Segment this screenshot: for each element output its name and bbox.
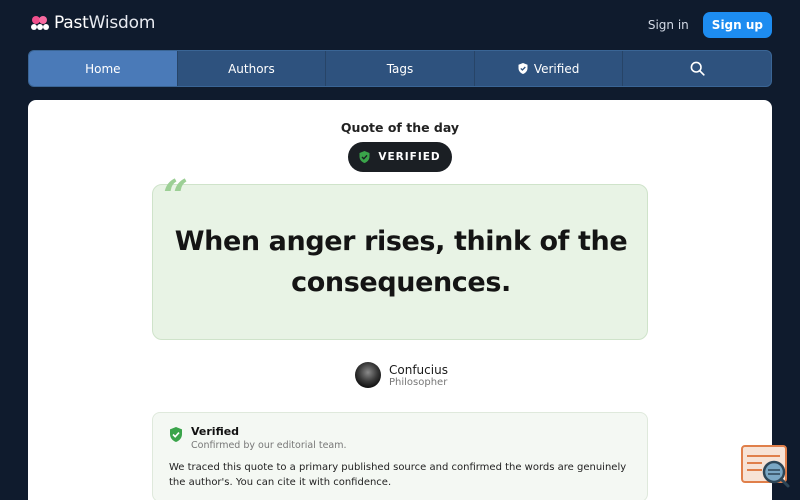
brand-name-part2: Wisdom: [88, 13, 156, 33]
auth-links: Sign in Sign up: [648, 12, 772, 38]
quote-text[interactable]: When anger rises, think of the consequen…: [173, 221, 629, 303]
main-nav: Home Authors Tags Verified: [28, 50, 772, 87]
brand-name-part1: Past: [54, 13, 89, 33]
nav-tags-label: Tags: [386, 61, 414, 76]
nav-home-label: Home: [85, 61, 121, 76]
nav-authors[interactable]: Authors: [178, 51, 327, 86]
search-icon: [690, 61, 705, 76]
document-search-icon: [741, 445, 790, 488]
nav-home[interactable]: Home: [29, 51, 178, 86]
verification-body: We traced this quote to a primary publis…: [169, 462, 627, 488]
nav-search[interactable]: [623, 51, 771, 86]
reader-tool-button[interactable]: [740, 444, 792, 490]
nav-verified[interactable]: Verified: [475, 51, 624, 86]
shield-check-icon: [170, 427, 182, 442]
verified-badge: VERIFIED: [348, 142, 452, 172]
avatar: [355, 362, 381, 388]
shield-check-icon: [518, 63, 528, 74]
author-name[interactable]: Confucius: [389, 363, 448, 377]
verification-box: Verified Confirmed by our editorial team…: [152, 412, 648, 500]
top-bar: PastWisdom Sign in Sign up: [0, 0, 800, 48]
quote-box: “ When anger rises, think of the consequ…: [152, 171, 648, 340]
author-info[interactable]: Confucius Philosopher: [355, 362, 448, 388]
shield-check-icon: [359, 151, 370, 163]
verification-title: Verified: [191, 425, 240, 438]
quote-mark-icon: “: [163, 171, 189, 222]
nav-authors-label: Authors: [228, 61, 275, 76]
nav-tags[interactable]: Tags: [326, 51, 475, 86]
verification-subtitle: Confirmed by our editorial team.: [191, 440, 347, 451]
quote-card: Quote of the day VERIFIED “ When anger r…: [28, 100, 772, 500]
verified-badge-label: VERIFIED: [378, 151, 441, 163]
brand-name: PastWisdom: [54, 13, 155, 33]
sign-in-link[interactable]: Sign in: [648, 18, 689, 32]
nav-verified-label: Verified: [533, 61, 580, 76]
sign-up-button[interactable]: Sign up: [702, 12, 772, 38]
author-text: Confucius Philosopher: [389, 363, 448, 388]
flower-cluster-icon: [31, 16, 49, 30]
logo[interactable]: PastWisdom: [30, 13, 155, 33]
section-label: Quote of the day: [340, 120, 460, 135]
author-role: Philosopher: [389, 376, 448, 388]
